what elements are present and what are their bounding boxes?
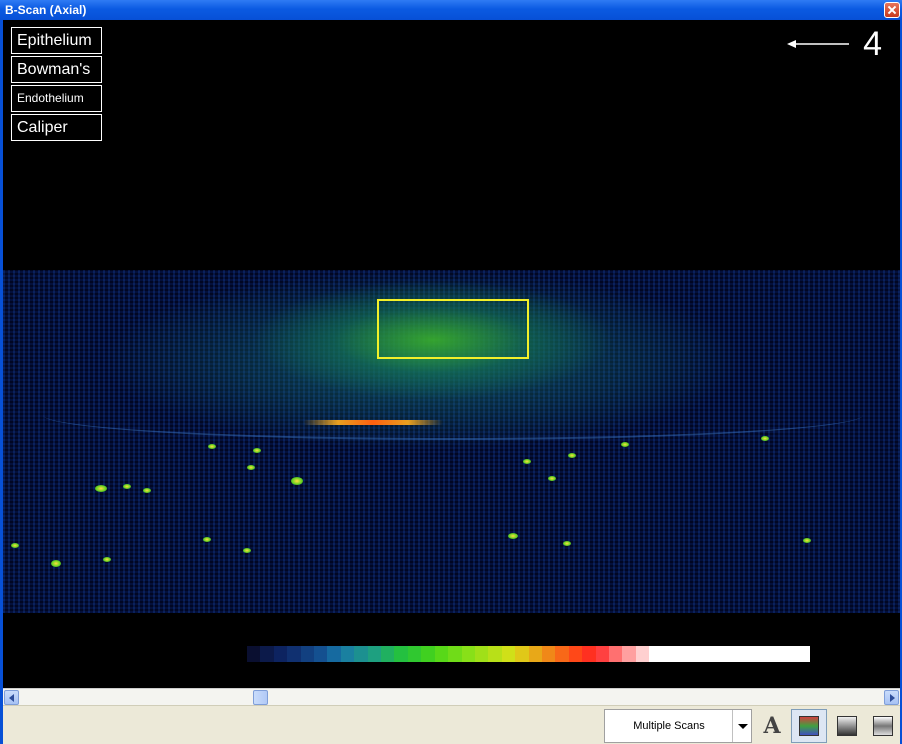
color-scale-swatch: [743, 646, 757, 662]
color-scale-swatch: [421, 646, 435, 662]
scan-speck: [523, 459, 531, 464]
color-scale-swatch: [474, 646, 489, 662]
color-scale-swatch: [729, 646, 744, 662]
color-scale-swatch: [501, 646, 516, 662]
color-scale-swatch: [595, 646, 609, 662]
color-scale-swatch: [769, 646, 784, 662]
color-scale-swatch: [434, 646, 449, 662]
color-scale-swatch: [702, 646, 717, 662]
color-scale-swatch: [541, 646, 556, 662]
color-scale-swatch: [448, 646, 462, 662]
color-palette-icon: [799, 716, 819, 736]
layer-button-group: Epithelium Bowman's Endothelium Caliper: [11, 27, 102, 143]
color-scale-swatch: [515, 646, 529, 662]
scroll-right-icon[interactable]: [884, 690, 899, 705]
close-icon[interactable]: [884, 2, 900, 18]
color-scale-swatch: [555, 646, 569, 662]
color-scale-swatch: [796, 646, 811, 662]
caliper-button[interactable]: Caliper: [11, 114, 102, 141]
font-tool-button[interactable]: A: [754, 709, 790, 743]
color-scale-swatch: [327, 646, 341, 662]
scan-speck: [51, 560, 61, 567]
scan-speck: [621, 442, 629, 447]
color-scale-swatch: [662, 646, 676, 662]
color-scale-swatch: [354, 646, 368, 662]
scroll-left-icon[interactable]: [4, 690, 19, 705]
color-scale-swatch: [287, 646, 301, 662]
horizontal-scrollbar[interactable]: [3, 688, 900, 705]
color-scale-swatch: [689, 646, 703, 662]
grayscale-button[interactable]: [829, 709, 865, 743]
scan-speck: [761, 436, 769, 441]
color-palette-button[interactable]: [791, 709, 827, 743]
color-scale-swatch: [635, 646, 650, 662]
color-scale-swatch: [568, 646, 583, 662]
color-scale-swatch: [582, 646, 596, 662]
scan-speck: [143, 488, 151, 493]
window-title: B-Scan (Axial): [5, 3, 87, 17]
color-scale-swatch: [314, 646, 328, 662]
scan-speck: [95, 485, 107, 492]
scan-speck: [243, 548, 251, 553]
grayscale-icon: [837, 716, 857, 736]
scan-speck: [563, 541, 571, 546]
scan-speck: [568, 453, 576, 458]
color-scale-swatch: [622, 646, 636, 662]
color-scale-swatch: [756, 646, 770, 662]
scan-curve: [43, 390, 863, 440]
scan-speck: [208, 444, 216, 449]
scan-speck: [548, 476, 556, 481]
color-scale-swatch: [649, 646, 663, 662]
scan-speck: [247, 465, 255, 470]
scan-speck: [291, 477, 303, 485]
scan-speck: [803, 538, 811, 543]
epithelium-button[interactable]: Epithelium: [11, 27, 102, 54]
font-a-icon: A: [763, 713, 781, 739]
bottom-toolbar: Multiple Scans A: [3, 705, 900, 744]
color-scale-swatch: [340, 646, 355, 662]
endothelium-button[interactable]: Endothelium: [11, 85, 102, 112]
scan-mode-select[interactable]: Multiple Scans: [604, 709, 752, 743]
color-scale-swatch: [300, 646, 315, 662]
scan-speck: [123, 484, 131, 489]
scan-mode-value: Multiple Scans: [633, 720, 705, 732]
color-scale-swatch: [273, 646, 288, 662]
scan-speck: [508, 533, 518, 539]
reflection-line: [303, 420, 443, 425]
chevron-down-icon[interactable]: [732, 710, 751, 742]
color-scale-swatch: [260, 646, 274, 662]
scan-speck: [103, 557, 111, 562]
color-scale-swatch: [394, 646, 408, 662]
color-scale-swatch: [407, 646, 422, 662]
color-scale-swatch: [783, 646, 797, 662]
color-scale-swatch: [247, 646, 261, 662]
scan-speck: [11, 543, 19, 548]
color-scale-swatch: [381, 646, 395, 662]
color-scale-swatch: [716, 646, 730, 662]
scan-number: 4: [863, 25, 882, 63]
left-arrow-icon: [787, 40, 850, 48]
color-scale-swatch: [608, 646, 623, 662]
color-scale-bar: [247, 646, 811, 662]
scan-speck: [253, 448, 261, 453]
scan-speck: [203, 537, 211, 542]
color-scale-swatch: [528, 646, 542, 662]
bowmans-button[interactable]: Bowman's: [11, 56, 102, 83]
roi-selection-box[interactable]: [377, 299, 529, 359]
color-scale-swatch: [676, 646, 690, 662]
bscan-viewport[interactable]: Epithelium Bowman's Endothelium Caliper …: [3, 20, 900, 688]
scan-indicator: 4: [787, 24, 882, 64]
color-scale-swatch: [367, 646, 382, 662]
color-scale-swatch: [461, 646, 475, 662]
inverted-grayscale-button[interactable]: [865, 709, 901, 743]
title-bar: B-Scan (Axial): [0, 0, 902, 20]
scroll-thumb[interactable]: [253, 690, 268, 705]
color-scale-swatch: [488, 646, 502, 662]
inverted-grayscale-icon: [873, 716, 893, 736]
